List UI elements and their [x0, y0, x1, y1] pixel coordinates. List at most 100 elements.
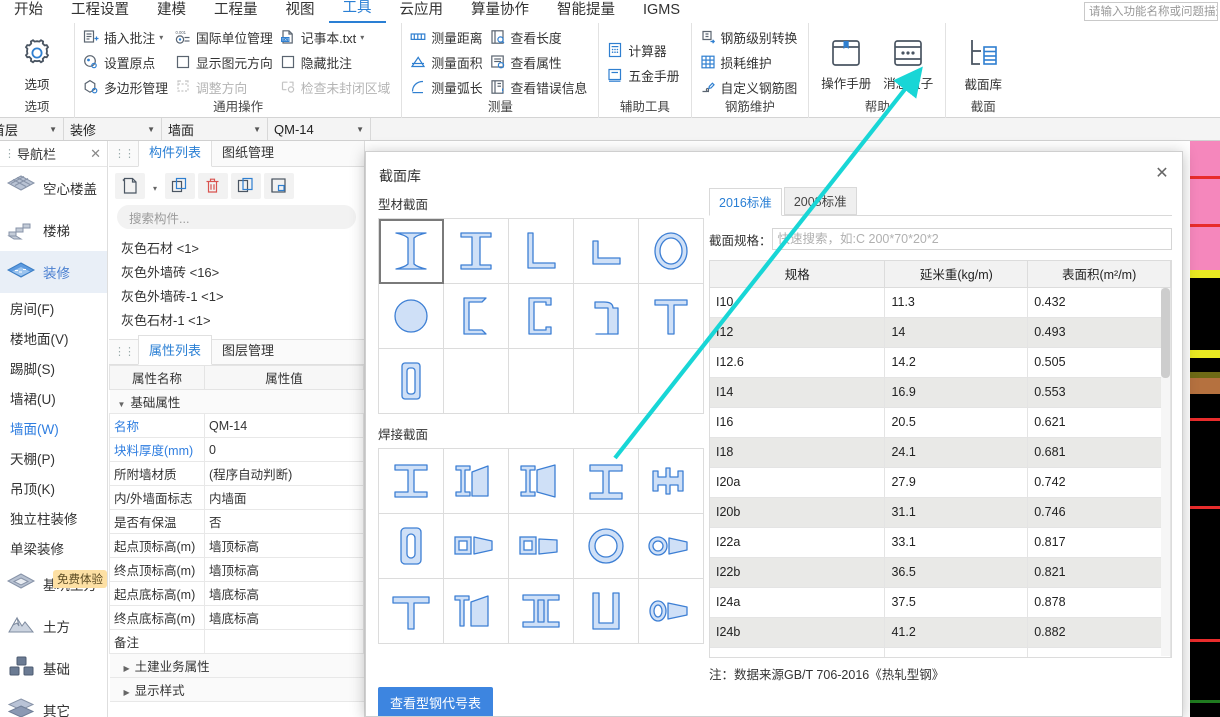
breadcrumb-dropdown-0[interactable]: 首层 ▼	[0, 118, 64, 140]
ribbon-button-消息盒子[interactable]: 消息盒子	[877, 34, 939, 92]
breadcrumb-dropdown-3[interactable]: QM-14 ▼	[268, 118, 371, 140]
table-row[interactable]: I16 20.5 0.621	[710, 407, 1171, 438]
tab-图纸管理[interactable]: 图纸管理	[212, 141, 284, 166]
profile-shape-z-shape[interactable]	[574, 284, 639, 349]
menu-item-1[interactable]: 工程设置	[57, 0, 143, 23]
view-steel-code-table-button[interactable]: 查看型钢代号表	[378, 687, 494, 716]
ribbon-button-自定义钢筋图[interactable]: 自定义钢筋图	[698, 76, 803, 99]
welded-shape-welded-t-taper-shape[interactable]	[444, 579, 509, 644]
welded-shape-welded-pipe-taper2-shape[interactable]	[639, 579, 704, 644]
welded-shape-welded-h-shape[interactable]	[574, 449, 639, 514]
nav-group-空心楼盖[interactable]: 空心楼盖	[0, 167, 107, 209]
property-value[interactable]: 0	[204, 437, 364, 462]
nav-group-装修[interactable]: 装修	[0, 251, 107, 293]
drag-grip-icon[interactable]: ⋮⋮	[109, 345, 138, 364]
property-value[interactable]: 墙顶标高	[204, 557, 364, 582]
table-row[interactable]: I22b 36.5 0.821	[710, 557, 1171, 588]
chevron-right-icon[interactable]: ▶	[124, 688, 130, 697]
nav-item-4[interactable]: 墙面(W)	[0, 413, 107, 443]
welded-shape-welded-i-taper-shape[interactable]	[444, 449, 509, 514]
profile-shape-rect-tube-shape[interactable]	[379, 349, 444, 414]
chevron-down-icon[interactable]: ▾	[360, 33, 364, 42]
profile-shape-pipe-round-shape[interactable]	[639, 219, 704, 284]
copy-button[interactable]	[165, 173, 195, 199]
search-component-input[interactable]: 搜索构件...	[117, 205, 356, 229]
ribbon-button-查看错误信息[interactable]: 查看错误信息	[488, 76, 593, 99]
nav-group-基坑土方[interactable]: 基坑土方免费体验	[0, 563, 107, 605]
table-header[interactable]: 表面积(m²/m)	[1027, 261, 1171, 288]
chevron-down-icon[interactable]: ▼	[346, 125, 364, 134]
menu-item-4[interactable]: 视图	[272, 0, 329, 23]
property-group-row[interactable]: ▶ 显示样式	[109, 677, 364, 702]
ribbon-button-设置原点[interactable]: 设置原点	[81, 51, 173, 74]
welded-shape-welded-i-taper2-shape[interactable]	[509, 449, 574, 514]
property-value[interactable]: QM-14	[204, 413, 364, 438]
table-row[interactable]: I18 24.1 0.681	[710, 437, 1171, 468]
ribbon-button-显示图元方向[interactable]: 显示图元方向	[173, 51, 278, 74]
property-group-row[interactable]: ▶ 土建业务属性	[109, 653, 364, 678]
property-value[interactable]: 内墙面	[204, 485, 364, 510]
free-trial-badge[interactable]: 免费体验	[53, 570, 107, 588]
table-header[interactable]: 规格	[710, 261, 886, 288]
profile-shape-channel-shape[interactable]	[509, 284, 574, 349]
profile-shape-angle-unequal-shape[interactable]	[509, 219, 574, 284]
save-layer-button[interactable]	[264, 173, 294, 199]
table-scrollbar[interactable]	[1161, 288, 1170, 656]
property-group-row[interactable]: ▼ 基础属性	[109, 389, 364, 414]
menu-item-8[interactable]: 智能提量	[543, 0, 629, 23]
duplicate-button[interactable]	[231, 173, 261, 199]
menu-item-3[interactable]: 工程量	[200, 0, 272, 23]
nav-item-3[interactable]: 墙裙(U)	[0, 383, 107, 413]
dropdown-caret-button[interactable]: ▾	[148, 173, 162, 199]
welded-shape-welded-i-shape[interactable]	[379, 449, 444, 514]
table-row[interactable]: I10 11.3 0.432	[710, 287, 1171, 318]
new-component-button[interactable]	[115, 173, 145, 199]
table-row[interactable]: I24b 41.2 0.882	[710, 617, 1171, 648]
nav-item-2[interactable]: 踢脚(S)	[0, 353, 107, 383]
welded-shape-welded-pipe-shape[interactable]	[574, 514, 639, 579]
nav-item-1[interactable]: 楼地面(V)	[0, 323, 107, 353]
chevron-down-icon[interactable]: ▼	[243, 125, 261, 134]
menu-item-2[interactable]: 建模	[143, 0, 200, 23]
welded-shape-welded-t-shape[interactable]	[379, 579, 444, 644]
menu-item-7[interactable]: 算量协作	[457, 0, 543, 23]
property-value[interactable]: 墙顶标高	[204, 533, 364, 558]
table-scrollbar-thumb[interactable]	[1161, 288, 1170, 378]
welded-shape-welded-double-i-shape[interactable]	[509, 579, 574, 644]
welded-shape-welded-cross-shape[interactable]	[639, 449, 704, 514]
ribbon-button-隐藏批注[interactable]: 隐藏批注	[278, 51, 396, 74]
table-row[interactable]: I22a 33.1 0.817	[710, 527, 1171, 558]
menu-item-6[interactable]: 云应用	[386, 0, 458, 23]
ribbon-button-查看属性[interactable]: 查看属性	[488, 51, 593, 74]
profile-shape-channel-inner-shape[interactable]	[444, 284, 509, 349]
component-list-item[interactable]: 灰色外墙砖 <16>	[109, 259, 364, 283]
ribbon-button-多边形管理[interactable]: 多边形管理	[81, 76, 173, 99]
ribbon-button-测量距离[interactable]: 测量距离	[408, 26, 487, 49]
profile-shape-circle-solid-shape[interactable]	[379, 284, 444, 349]
ribbon-button-钢筋级别转换[interactable]: 钢筋级别转换	[698, 26, 803, 49]
ribbon-button-选项[interactable]: 选项	[6, 33, 68, 93]
chevron-down-icon[interactable]: ▼	[39, 125, 57, 134]
table-row[interactable]: I24a 37.5 0.878	[710, 587, 1171, 618]
chevron-down-icon[interactable]: ▾	[159, 33, 163, 42]
section-table-wrapper[interactable]: 规格 延米重(kg/m) 表面积(m²/m) I10 11.3 0.432 I12 14 0.…	[709, 260, 1172, 658]
chevron-down-icon[interactable]: ▼	[118, 400, 126, 409]
ribbon-button-插入批注[interactable]: 插入批注 ▾	[81, 26, 173, 49]
ribbon-button-测量面积[interactable]: 测量面积	[408, 51, 487, 74]
ribbon-button-记事本.txt[interactable]: TXT 记事本.txt ▾	[278, 26, 396, 49]
table-header[interactable]: 延米重(kg/m)	[884, 261, 1029, 288]
nav-group-基础[interactable]: 基础	[0, 647, 107, 689]
breadcrumb-dropdown-1[interactable]: 装修 ▼	[64, 118, 162, 140]
drag-grip-icon[interactable]: ⋮⋮	[4, 147, 25, 160]
ribbon-button-损耗维护[interactable]: 损耗维护	[698, 51, 803, 74]
ribbon-button-操作手册[interactable]: 操作手册	[815, 34, 877, 92]
table-row[interactable]: I12 14 0.493	[710, 317, 1171, 348]
drag-grip-icon[interactable]: ⋮⋮	[109, 147, 138, 166]
tab-构件列表[interactable]: 构件列表	[138, 141, 213, 167]
nav-group-楼梯[interactable]: 楼梯	[0, 209, 107, 251]
ribbon-button-计算器[interactable]: 计算器	[605, 39, 684, 62]
breadcrumb-dropdown-2[interactable]: 墙面 ▼	[162, 118, 268, 140]
property-value[interactable]: (程序自动判断)	[204, 461, 364, 486]
ribbon-button-查看长度[interactable]: 查看长度	[488, 26, 593, 49]
table-row[interactable]: I20b 31.1 0.746	[710, 497, 1171, 528]
